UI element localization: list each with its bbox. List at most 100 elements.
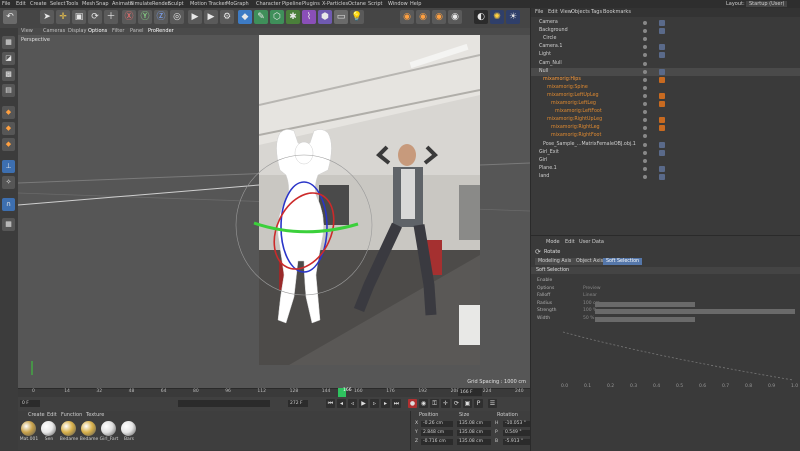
menu-file[interactable]: File	[2, 1, 10, 7]
object-tag-icon[interactable]	[659, 92, 665, 99]
octane-button-2[interactable]: ◉	[416, 10, 430, 24]
timeline-menu-button[interactable]: ☰	[488, 399, 497, 408]
object-tag-icon[interactable]	[659, 76, 665, 83]
param-key-button[interactable]: P	[474, 399, 483, 408]
object-tag-icon[interactable]	[659, 149, 665, 156]
coord-rot-field[interactable]: -10.053 °	[503, 421, 531, 427]
x-axis-button[interactable]: Ⓧ	[122, 10, 136, 24]
object-tag-icon[interactable]	[659, 141, 665, 148]
field-value[interactable]: 50 %	[583, 316, 594, 321]
object-row[interactable]: Cam_Null	[531, 60, 800, 68]
object-menu-edit[interactable]: Edit	[548, 9, 558, 15]
viewport-menu-panel[interactable]: Panel	[130, 28, 144, 34]
menu-octane[interactable]: Octane	[348, 1, 366, 7]
points-mode-button[interactable]: ◆	[2, 106, 15, 119]
snap-button[interactable]: ∩	[2, 198, 15, 211]
start-frame-field[interactable]: 0 F	[20, 400, 40, 407]
position-key-button[interactable]: ✛	[441, 399, 450, 408]
visibility-dot-icon[interactable]	[643, 37, 647, 42]
menu-edit[interactable]: Edit	[16, 1, 26, 7]
coord-size-field[interactable]: 135.08 cm	[457, 439, 491, 445]
deformer-button[interactable]: ⌇	[302, 10, 316, 24]
menu-create[interactable]: Create	[30, 1, 47, 7]
visibility-dot-icon[interactable]	[643, 150, 647, 155]
object-row[interactable]: Girl_Exit	[531, 149, 800, 157]
autokey-button[interactable]: ◉	[419, 399, 428, 408]
menu-script[interactable]: Script	[368, 1, 383, 7]
object-menu-objects[interactable]: Objects	[571, 9, 590, 15]
menu-character[interactable]: Character	[256, 1, 281, 7]
viewport-menu-options[interactable]: Options	[88, 28, 107, 34]
pen-button[interactable]: ✎	[254, 10, 268, 24]
object-row[interactable]: Circle	[531, 35, 800, 43]
object-menu-tags[interactable]: Tags	[591, 9, 602, 15]
visibility-dot-icon[interactable]	[643, 53, 647, 58]
visibility-dot-icon[interactable]	[643, 118, 647, 123]
menu-x-particles[interactable]: X-Particles	[322, 1, 348, 7]
visibility-dot-icon[interactable]	[643, 77, 647, 82]
move-tool-button[interactable]: ✛	[56, 10, 70, 24]
viewport-menu-display[interactable]: Display	[68, 28, 86, 34]
visibility-dot-icon[interactable]	[643, 29, 647, 34]
material-swatch[interactable]	[101, 421, 116, 436]
object-row[interactable]: Camera	[531, 19, 800, 27]
field-button[interactable]: ⬢	[318, 10, 332, 24]
coord-pos-field[interactable]: -0.716 cm	[421, 439, 453, 445]
attribute-menu-mode[interactable]: Mode	[546, 239, 560, 245]
rotate-tool-button[interactable]: ⟳	[88, 10, 102, 24]
visibility-dot-icon[interactable]	[643, 61, 647, 66]
edges-mode-button[interactable]: ◆	[2, 122, 15, 135]
object-row[interactable]: land	[531, 173, 800, 181]
viewport[interactable]: Perspective Grid Spacing : 1000 cm	[18, 35, 530, 388]
prev-key-button[interactable]: ◂	[337, 399, 346, 408]
visibility-dot-icon[interactable]	[643, 85, 647, 90]
object-tag-icon[interactable]	[659, 125, 665, 132]
viewport-menu-prorender[interactable]: ProRender	[148, 28, 174, 34]
menu-motion-tracker[interactable]: Motion Tracker	[190, 1, 227, 7]
cube-button[interactable]: ◆	[238, 10, 252, 24]
object-row[interactable]: Background	[531, 27, 800, 35]
tab-soft-selection[interactable]: Soft Selection	[603, 258, 643, 265]
daylight-button[interactable]: ☀	[506, 10, 520, 24]
environment-button[interactable]: ▭	[334, 10, 348, 24]
visibility-dot-icon[interactable]	[643, 126, 647, 131]
octane-button-1[interactable]: ◉	[400, 10, 414, 24]
menu-snap[interactable]: Snap	[96, 1, 109, 7]
field-slider[interactable]	[595, 309, 795, 314]
visibility-dot-icon[interactable]	[643, 158, 647, 163]
object-tag-icon[interactable]	[659, 28, 665, 35]
menu-mesh[interactable]: Mesh	[82, 1, 95, 7]
material-swatch[interactable]	[81, 421, 96, 436]
menu-select[interactable]: Select	[50, 1, 65, 7]
goto-start-button[interactable]: ⏮	[326, 399, 335, 408]
visibility-dot-icon[interactable]	[643, 21, 647, 25]
object-row[interactable]: Pose_Sample_...MatrixFemaleOBJ.obj.1	[531, 141, 800, 149]
object-row[interactable]: mixamorig:LeftLeg	[531, 100, 800, 108]
current-frame-field[interactable]: 166 F	[458, 389, 482, 396]
visibility-dot-icon[interactable]	[643, 166, 647, 171]
menu-pipeline[interactable]: Pipeline	[282, 1, 302, 7]
attribute-menu-user-data[interactable]: User Data	[579, 239, 604, 245]
object-row[interactable]: Camera.1	[531, 43, 800, 51]
menu-help[interactable]: Help	[410, 1, 421, 7]
model-mode-button[interactable]: ◪	[2, 52, 15, 65]
texture-mode-button[interactable]: ▩	[2, 68, 15, 81]
object-tag-icon[interactable]	[659, 173, 665, 180]
menu-simulate[interactable]: Simulate	[130, 1, 152, 7]
coordinate-system-button[interactable]: ◎	[170, 10, 184, 24]
object-row[interactable]: Light	[531, 51, 800, 59]
material-swatch[interactable]	[121, 421, 136, 436]
object-tag-icon[interactable]	[659, 117, 665, 124]
menu-window[interactable]: Window	[388, 1, 408, 7]
tab-object-axis[interactable]: Object Axis	[573, 258, 607, 265]
object-row[interactable]: Null	[531, 67, 800, 76]
preview-range-slider[interactable]	[178, 400, 270, 407]
menu-tools[interactable]: Tools	[66, 1, 78, 7]
falloff-graph[interactable]	[531, 316, 800, 396]
visibility-dot-icon[interactable]	[643, 134, 647, 139]
light-button[interactable]: 💡	[350, 10, 364, 24]
visibility-dot-icon[interactable]	[643, 174, 647, 179]
field-slider[interactable]	[595, 301, 695, 307]
object-row[interactable]: mixamorig:Spine	[531, 84, 800, 92]
layout-dropdown[interactable]: Startup (User)	[746, 1, 788, 7]
